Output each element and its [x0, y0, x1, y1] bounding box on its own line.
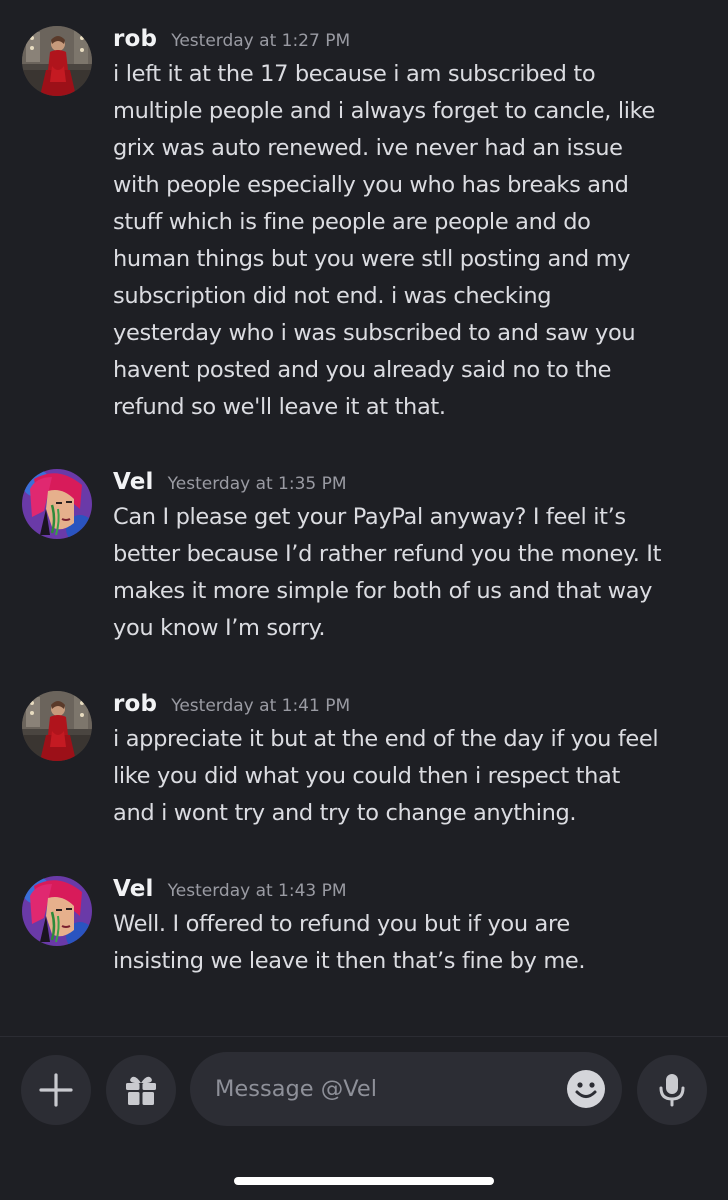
message-text: Can I please get your PayPal anyway? I f… [113, 504, 662, 641]
timestamp: Yesterday at 1:41 PM [171, 696, 351, 716]
username[interactable]: rob [113, 691, 157, 717]
message-text: i left it at the 17 because i am subscri… [113, 61, 656, 420]
gift-button[interactable] [106, 1055, 176, 1125]
message-text: Well. I offered to refund you but if you… [113, 911, 586, 974]
home-indicator[interactable] [234, 1177, 494, 1185]
message-header: Vel Yesterday at 1:35 PM [113, 469, 347, 499]
avatar-rob[interactable] [22, 26, 92, 96]
timestamp: Yesterday at 1:43 PM [167, 881, 347, 901]
plus-icon [39, 1073, 73, 1107]
voice-message-button[interactable] [637, 1055, 707, 1125]
username[interactable]: Vel [113, 469, 154, 495]
message-input-container[interactable] [190, 1052, 622, 1126]
message-header: Vel Yesterday at 1:43 PM [113, 876, 347, 906]
timestamp: Yesterday at 1:27 PM [171, 31, 351, 51]
microphone-icon [659, 1074, 685, 1107]
gift-icon [126, 1076, 156, 1105]
avatar-rob[interactable] [22, 691, 92, 761]
message-header: rob Yesterday at 1:41 PM [113, 691, 350, 721]
timestamp: Yesterday at 1:35 PM [167, 474, 347, 494]
message-list[interactable]: rob Yesterday at 1:27 PM i left it at the… [0, 0, 728, 1036]
message-text: i appreciate it but at the end of the da… [113, 726, 659, 826]
message-composer [0, 1037, 728, 1200]
username[interactable]: Vel [113, 876, 154, 902]
username[interactable]: rob [113, 26, 157, 52]
message-header: rob Yesterday at 1:27 PM [113, 26, 350, 56]
add-attachment-button[interactable] [21, 1055, 91, 1125]
avatar-vel[interactable] [22, 876, 92, 946]
avatar-vel[interactable] [22, 469, 92, 539]
emoji-icon [567, 1070, 605, 1108]
message-input[interactable] [215, 1052, 545, 1126]
emoji-button[interactable] [566, 1069, 606, 1109]
